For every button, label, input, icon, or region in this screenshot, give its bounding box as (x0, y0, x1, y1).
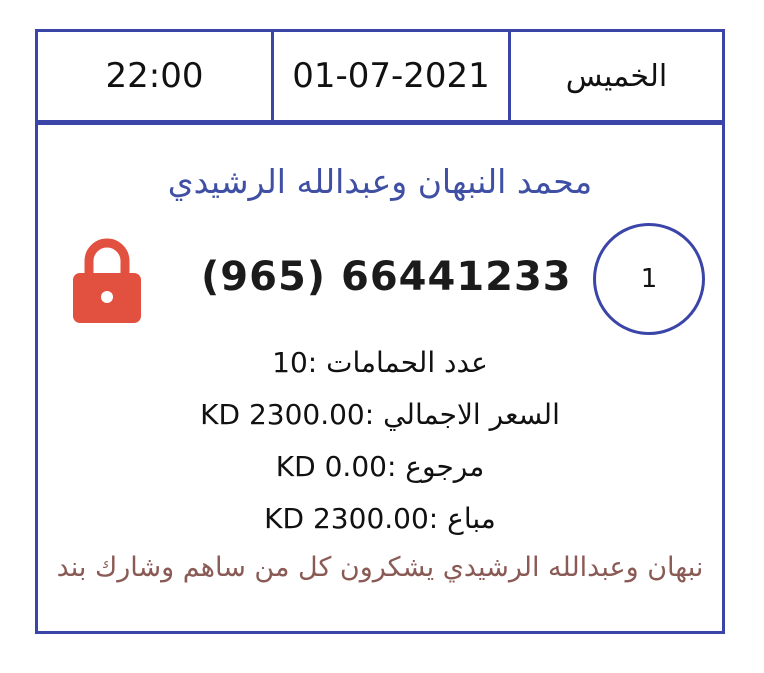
booking-card: 22:00 01-07-2021 الخميس محمد النبهان وعب… (35, 29, 725, 634)
refund-amount: مرجوع :KD 0.00 (275, 450, 485, 483)
lock-icon[interactable] (71, 235, 143, 325)
index-number: 1 (640, 264, 658, 294)
header-row: 22:00 01-07-2021 الخميس (38, 32, 722, 125)
total-price: السعر الاجمالي :KD 2300.00 (200, 398, 560, 431)
sold-amount: مباع :KD 2300.00 (264, 502, 496, 535)
date-cell: 01-07-2021 (274, 32, 511, 120)
customer-name: محمد النبهان وعبدالله الرشيدي (167, 162, 593, 201)
index-badge: 1 (593, 223, 705, 335)
thanks-message: نبهان وعبدالله الرشيدي يشكرون كل من ساهم… (56, 552, 704, 583)
baths-count: عدد الحمامات :10 (272, 346, 488, 379)
phone-number[interactable]: (965) 66441233 (201, 254, 572, 300)
time-cell: 22:00 (38, 32, 274, 120)
day-cell: الخميس (565, 58, 668, 94)
